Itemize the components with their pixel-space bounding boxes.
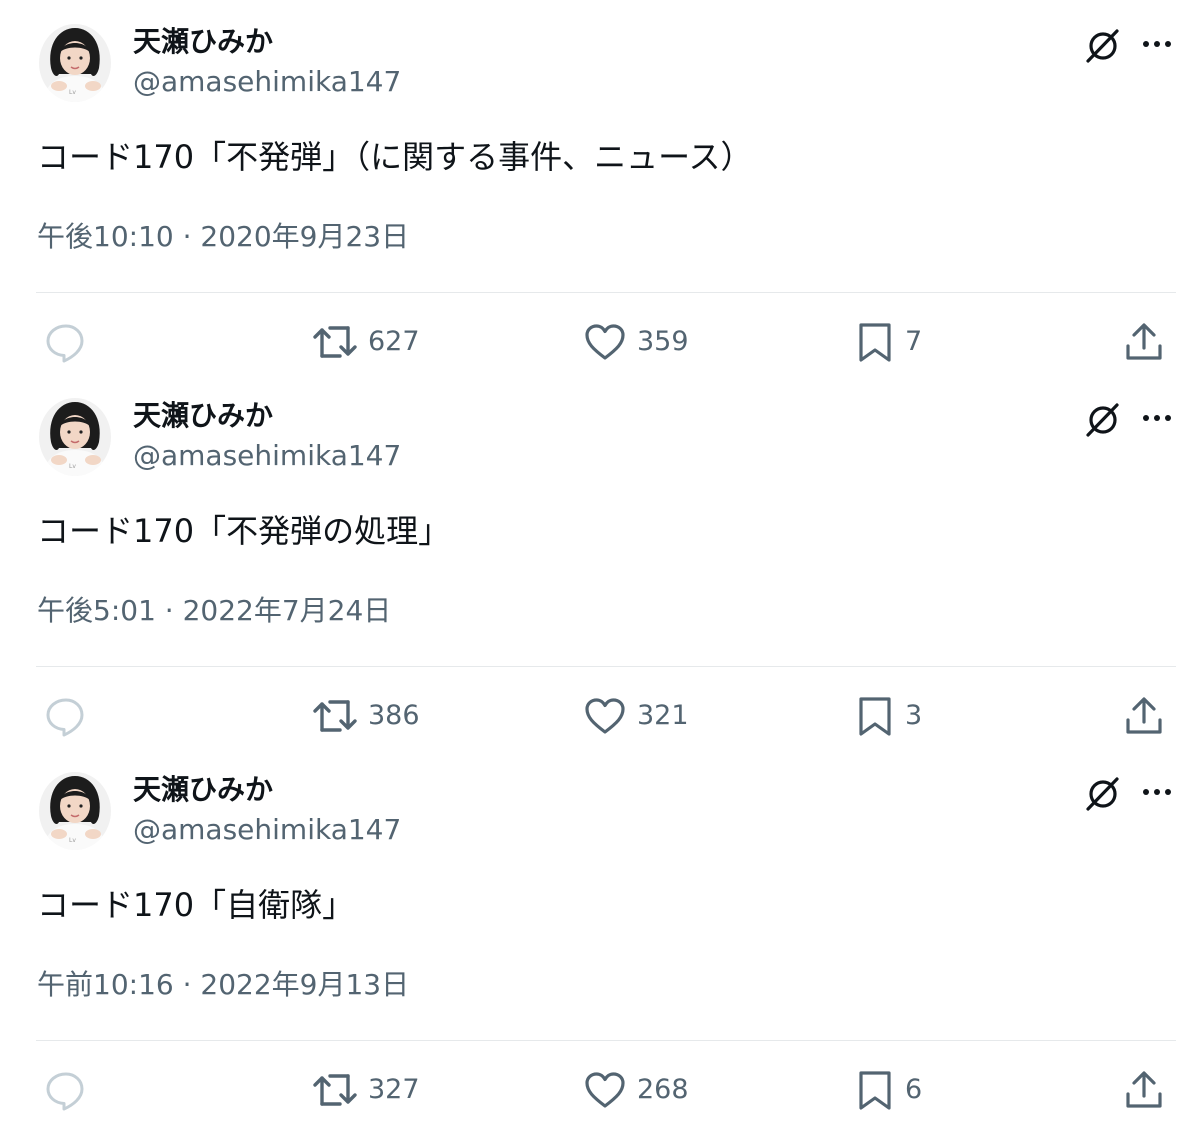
reply-button[interactable]: [44, 692, 88, 740]
display-name[interactable]: 天瀬ひみか: [133, 772, 273, 808]
svg-text:Lv: Lv: [69, 837, 76, 844]
bookmark-button[interactable]: 3: [855, 692, 922, 740]
retweet-button[interactable]: 327: [312, 1066, 420, 1114]
timestamp[interactable]: 午前10:16 · 2022年9月13日: [37, 966, 409, 1004]
like-count: 268: [637, 1074, 689, 1105]
avatar[interactable]: Lv: [39, 772, 111, 850]
heart-icon: [585, 1072, 625, 1108]
avatar[interactable]: Lv: [39, 24, 111, 102]
divider: [36, 1040, 1176, 1041]
grok-icon[interactable]: [1082, 26, 1122, 66]
retweet-count: 327: [368, 1074, 420, 1105]
share-icon: [1126, 697, 1162, 734]
like-button[interactable]: 321: [583, 692, 689, 740]
svg-text:Lv: Lv: [69, 463, 76, 470]
bookmark-icon: [859, 323, 891, 362]
share-icon: [1126, 1071, 1162, 1108]
retweet-button[interactable]: 627: [312, 318, 420, 366]
grok-icon[interactable]: [1082, 774, 1122, 814]
avatar[interactable]: Lv: [39, 398, 111, 476]
retweet-icon: [313, 1074, 357, 1106]
timestamp[interactable]: 午後10:10 · 2020年9月23日: [37, 218, 409, 256]
like-button[interactable]: 359: [583, 318, 689, 366]
like-button[interactable]: 268: [583, 1066, 689, 1114]
tweet-text: コード170「不発弾の処理」: [37, 512, 451, 550]
tweet-card: Lv 天瀬ひみか @amasehimika147 コード170「自衛隊」 午前1…: [0, 748, 1199, 1122]
reply-icon: [46, 324, 84, 363]
bookmark-count: 7: [905, 326, 923, 357]
share-button[interactable]: [1122, 692, 1166, 740]
retweet-button[interactable]: 386: [312, 692, 420, 740]
tweet-text: コード170「不発弾」（に関する事件、ニュース）: [37, 138, 753, 176]
share-icon: [1126, 323, 1162, 360]
reply-button[interactable]: [44, 318, 88, 366]
share-button[interactable]: [1122, 1066, 1166, 1114]
tweet-card: Lv 天瀬ひみか @amasehimika147 コード170「不発弾の処理」 …: [0, 374, 1199, 748]
divider: [36, 666, 1176, 667]
bookmark-button[interactable]: 6: [855, 1066, 922, 1114]
retweet-count: 386: [368, 700, 420, 731]
reply-icon: [46, 698, 84, 737]
retweet-count: 627: [368, 326, 420, 357]
bookmark-icon: [859, 697, 891, 736]
retweet-icon: [313, 700, 357, 732]
bookmark-count: 3: [905, 700, 923, 731]
tweet-card: Lv 天瀬ひみか @amasehimika147 コード170「不発弾」（に関す…: [0, 0, 1199, 374]
more-icon[interactable]: [1138, 776, 1176, 808]
retweet-icon: [313, 326, 357, 358]
bookmark-button[interactable]: 7: [855, 318, 922, 366]
share-button[interactable]: [1122, 318, 1166, 366]
timestamp[interactable]: 午後5:01 · 2022年7月24日: [37, 592, 391, 630]
divider: [36, 292, 1176, 293]
user-handle[interactable]: @amasehimika147: [133, 64, 401, 100]
more-icon[interactable]: [1138, 28, 1176, 60]
more-icon[interactable]: [1138, 402, 1176, 434]
like-count: 359: [637, 326, 689, 357]
reply-button[interactable]: [44, 1066, 88, 1114]
svg-text:Lv: Lv: [69, 89, 76, 96]
display-name[interactable]: 天瀬ひみか: [133, 24, 273, 60]
grok-icon[interactable]: [1082, 400, 1122, 440]
heart-icon: [585, 324, 625, 360]
heart-icon: [585, 698, 625, 734]
display-name[interactable]: 天瀬ひみか: [133, 398, 273, 434]
user-handle[interactable]: @amasehimika147: [133, 438, 401, 474]
like-count: 321: [637, 700, 689, 731]
user-handle[interactable]: @amasehimika147: [133, 812, 401, 848]
tweet-text: コード170「自衛隊」: [37, 886, 355, 924]
bookmark-icon: [859, 1071, 891, 1110]
reply-icon: [46, 1072, 84, 1111]
bookmark-count: 6: [905, 1074, 923, 1105]
